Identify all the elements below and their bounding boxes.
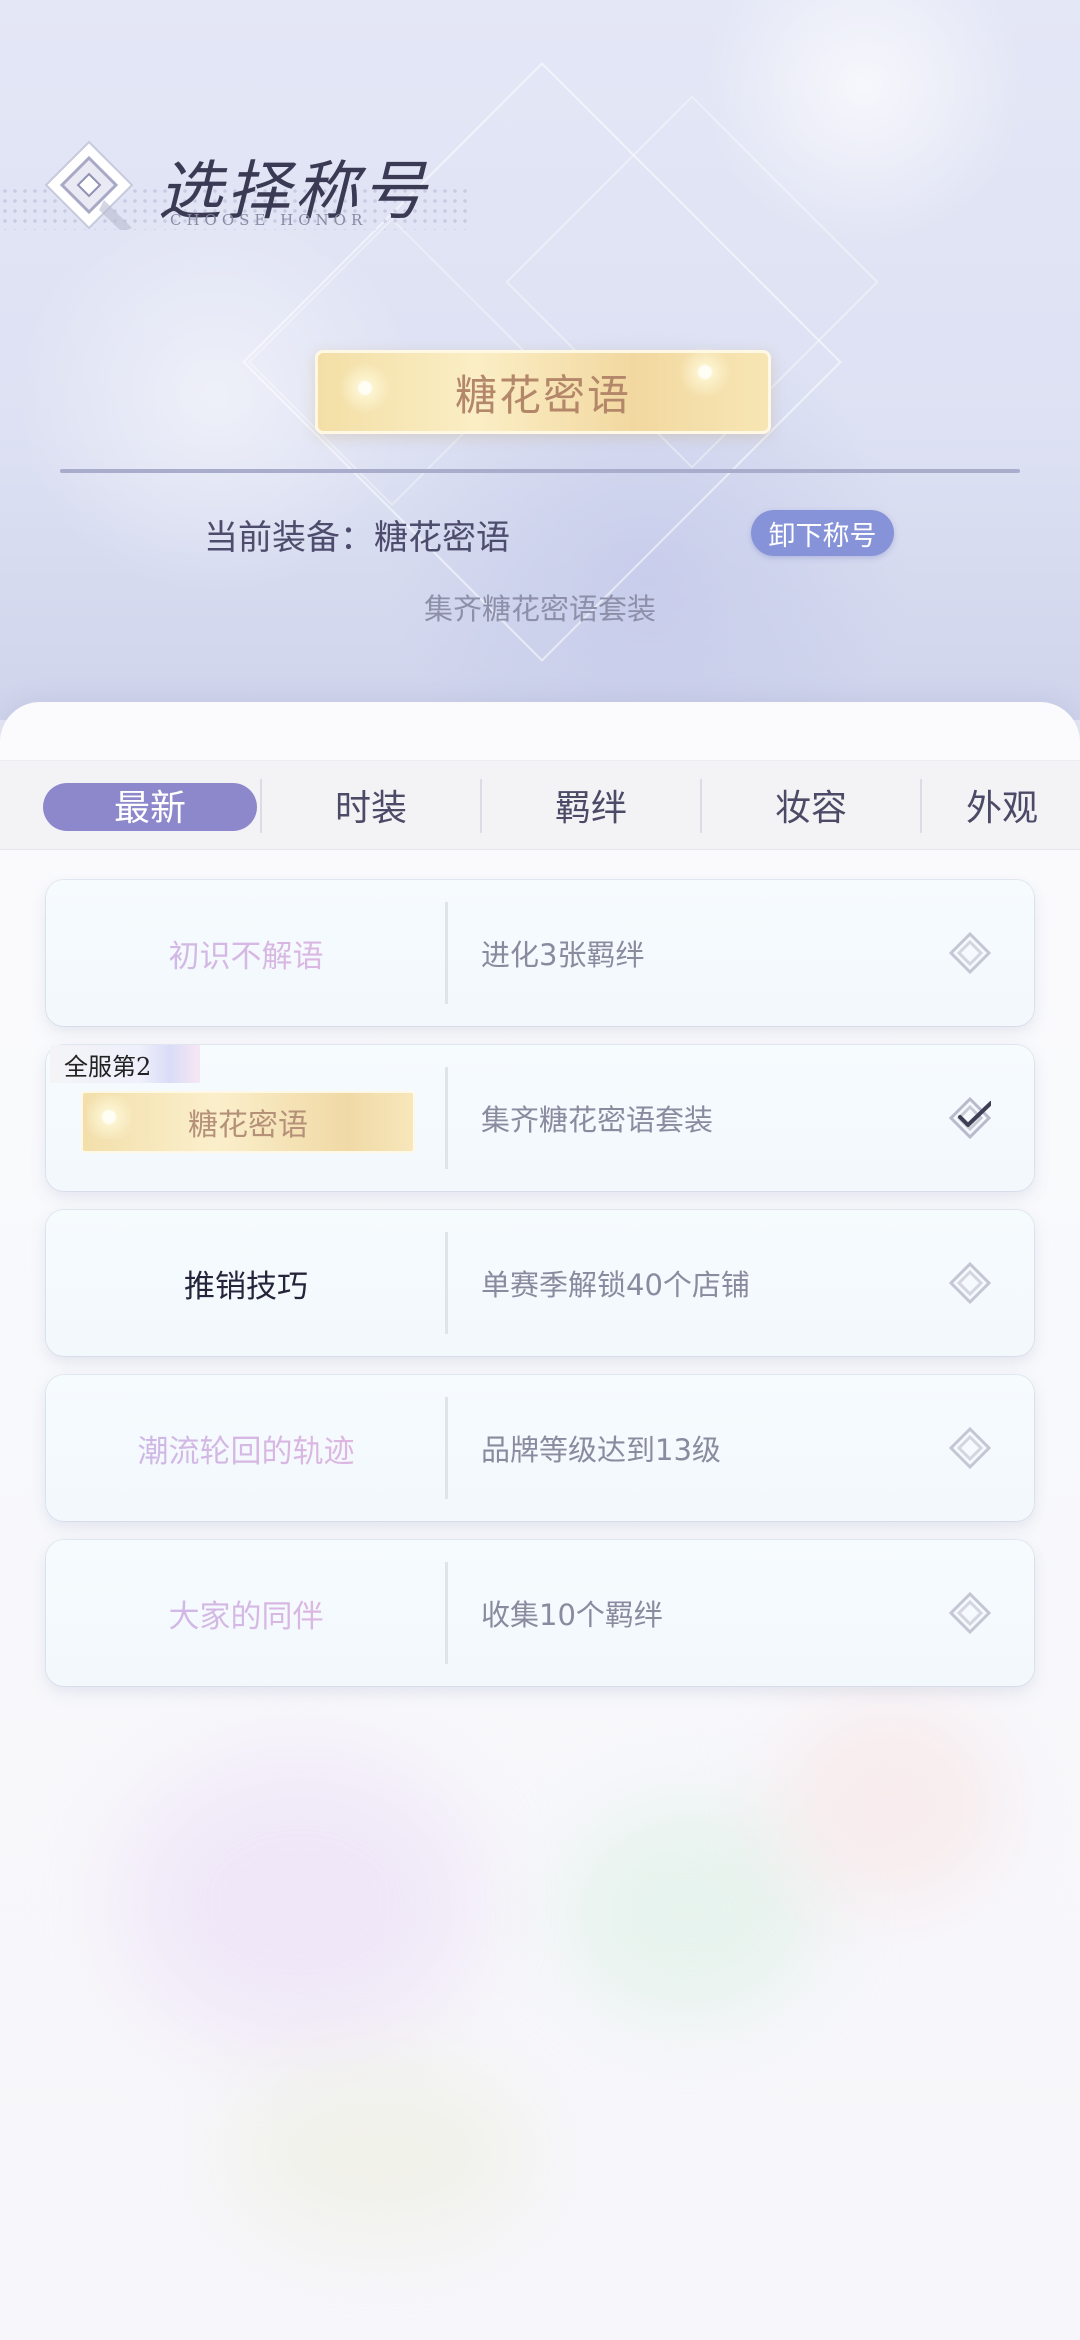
honor-name: 大家的同伴 xyxy=(46,1540,446,1686)
honor-card[interactable]: 初识不解语 进化3张羁绊 xyxy=(46,880,1034,1026)
honor-condition: 集齐糖花密语套装 xyxy=(481,1103,714,1137)
honor-condition: 品牌等级达到13级 xyxy=(481,1433,721,1467)
server-rank-badge: 全服第2 xyxy=(50,1045,200,1083)
card-divider xyxy=(445,1397,448,1499)
honor-condition: 进化3张羁绊 xyxy=(481,938,645,972)
sparkle-icon xyxy=(678,345,732,399)
tab-fashion[interactable]: 时装 xyxy=(262,761,480,849)
honor-panel: 最新 时装 羁绊 妆容 外观 初识不解语 进化3张羁绊 糖花密语 全服第2 集齐… xyxy=(0,702,1080,2340)
honor-name: 初识不解语 xyxy=(46,880,446,1026)
current-equipped-label: 当前装备：糖花密语 xyxy=(204,518,510,558)
sparkle-icon xyxy=(338,361,392,415)
honor-name: 糖花密语 xyxy=(188,1108,308,1143)
honor-name: 推销技巧 xyxy=(184,1268,308,1305)
card-divider xyxy=(445,1067,448,1169)
card-divider xyxy=(445,902,448,1004)
current-honor-description: 集齐糖花密语套装 xyxy=(423,592,656,626)
tab-appearance[interactable]: 外观 xyxy=(966,761,1080,849)
unequip-button[interactable]: 卸下称号 xyxy=(751,510,894,556)
diamond-icon xyxy=(949,932,991,974)
diamond-icon xyxy=(949,1592,991,1634)
equipped-honor-name: 糖花密语 xyxy=(454,370,631,420)
check-icon xyxy=(949,1097,991,1139)
honor-card[interactable]: 潮流轮回的轨迹 品牌等级达到13级 xyxy=(46,1375,1034,1521)
card-divider xyxy=(445,1232,448,1334)
honor-card[interactable]: 大家的同伴 收集10个羁绊 xyxy=(46,1540,1034,1686)
sparkle-icon xyxy=(87,1095,131,1139)
honor-condition: 单赛季解锁40个店铺 xyxy=(481,1268,750,1302)
card-divider xyxy=(445,1562,448,1664)
bokeh-light xyxy=(780,1702,1000,1902)
bokeh-light xyxy=(230,2062,530,2242)
divider xyxy=(60,469,1020,473)
tab-bond[interactable]: 羁绊 xyxy=(482,761,700,849)
tab-makeup[interactable]: 妆容 xyxy=(702,761,920,849)
honor-card[interactable]: 糖花密语 全服第2 集齐糖花密语套装 xyxy=(46,1045,1034,1191)
tab-latest[interactable]: 最新 xyxy=(43,761,257,849)
equipped-honor-plate: 糖花密语 xyxy=(315,345,771,434)
honor-logo-icon xyxy=(44,140,134,230)
diamond-icon xyxy=(949,1262,991,1304)
honor-condition: 收集10个羁绊 xyxy=(481,1598,663,1632)
bokeh-light xyxy=(560,1802,820,2022)
honor-name: 潮流轮回的轨迹 xyxy=(46,1375,446,1521)
page-subtitle: CHOOSE HONOR xyxy=(170,211,368,229)
honor-plate: 糖花密语 xyxy=(81,1091,415,1153)
category-tab-bar: 最新 时装 羁绊 妆容 外观 xyxy=(0,760,1080,850)
diamond-icon xyxy=(949,1427,991,1469)
bokeh-light xyxy=(120,1752,480,2052)
honor-card[interactable]: 推销技巧 单赛季解锁40个店铺 xyxy=(46,1210,1034,1356)
tab-separator xyxy=(920,779,922,833)
